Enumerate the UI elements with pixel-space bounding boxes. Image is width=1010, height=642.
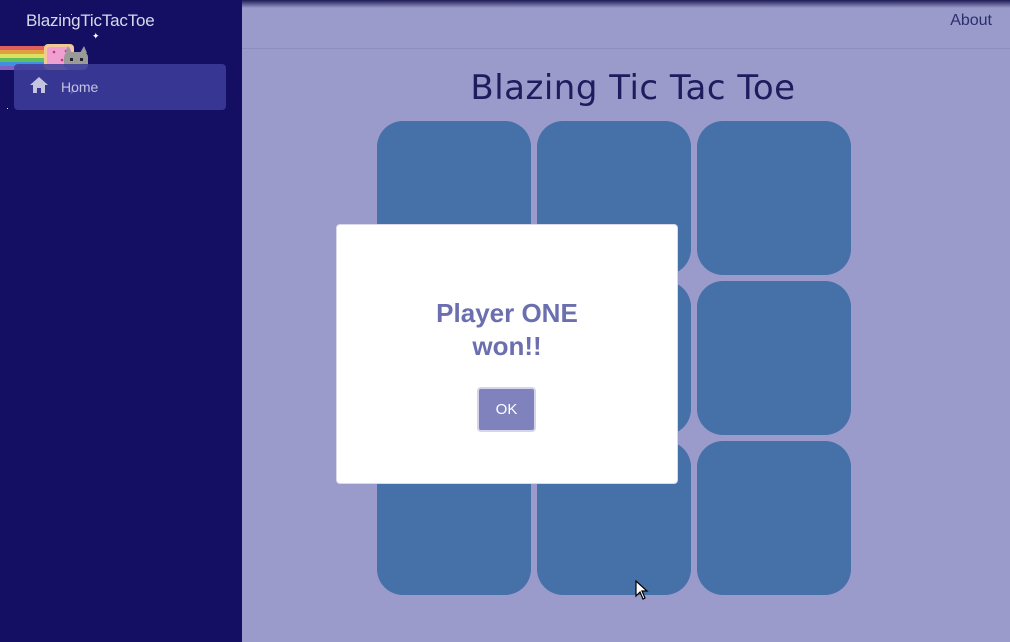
board-cell[interactable] (697, 441, 851, 595)
app-root: BlazingTicTacToe ✦ ✦ · · H (0, 0, 1010, 642)
page-title: Blazing Tic Tac Toe (470, 68, 796, 108)
top-shadow (242, 0, 1010, 8)
sidebar-item-label: Home (61, 79, 99, 95)
board-cell[interactable] (697, 121, 851, 275)
sidebar-item-home[interactable]: Home (14, 64, 226, 110)
sidebar: BlazingTicTacToe ✦ ✦ · · H (0, 0, 242, 642)
winner-dialog: Player ONE won!! OK (337, 225, 677, 483)
home-icon (30, 77, 48, 93)
sparkle-icon: · (6, 103, 9, 113)
mouse-cursor-icon (635, 580, 649, 600)
ok-button[interactable]: OK (477, 387, 536, 432)
sparkle-icon: · (70, 9, 73, 19)
winner-message: Player ONE won!! (436, 298, 578, 361)
sparkle-icon: ✦ (92, 31, 100, 41)
brand-title[interactable]: BlazingTicTacToe (26, 11, 155, 31)
board-cell[interactable] (697, 281, 851, 435)
about-link[interactable]: About (950, 12, 992, 30)
